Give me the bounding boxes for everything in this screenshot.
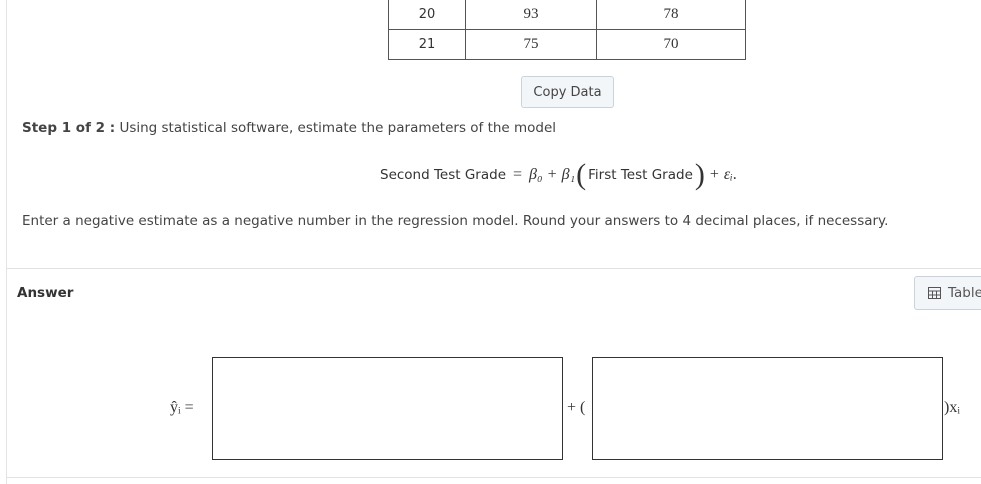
copy-data-button[interactable]: Copy Data	[521, 76, 614, 108]
table-icon	[928, 287, 941, 299]
plus-paren: + (	[567, 399, 586, 416]
table-cell: 75	[465, 29, 597, 60]
intercept-input[interactable]	[212, 357, 563, 460]
model-x-label: First Test Grade	[588, 167, 693, 183]
model-plus: +	[547, 166, 557, 183]
model-plus-error: +	[709, 166, 719, 183]
regression-model-equation: Second Test Grade = β₀ + β₁ ( First Test…	[380, 160, 737, 190]
table-cell: 93	[465, 0, 597, 30]
step-text: Using statistical software, estimate the…	[119, 120, 557, 136]
answer-label: Answer	[17, 285, 74, 301]
model-beta0: β₀	[529, 166, 543, 183]
model-beta1: β₁	[561, 166, 576, 183]
yhat-label: ŷᵢ =	[170, 399, 194, 416]
step-instruction: Step 1 of 2 : Using statistical software…	[22, 120, 556, 136]
table-button-label: Table	[948, 285, 981, 301]
left-border-line	[6, 0, 7, 484]
data-table: 20 93 78 21 75 70	[388, 0, 746, 60]
table-row: 21 75 70	[388, 29, 746, 60]
table-cell: 70	[596, 29, 746, 60]
model-error-term: εᵢ	[723, 166, 733, 183]
step-prefix: Step 1 of 2 :	[22, 120, 116, 136]
divider	[7, 268, 981, 269]
model-period: .	[732, 166, 737, 183]
table-button[interactable]: Table	[914, 276, 981, 310]
table-row: 20 93 78	[388, 0, 746, 30]
bottom-divider	[7, 477, 981, 478]
model-close-paren: )	[694, 158, 705, 191]
times-x-label: )xᵢ	[944, 399, 960, 416]
table-cell: 20	[388, 0, 466, 30]
table-cell: 21	[388, 29, 466, 60]
table-cell: 78	[596, 0, 746, 30]
slope-input[interactable]	[592, 357, 943, 460]
rounding-instructions: Enter a negative estimate as a negative …	[22, 213, 889, 229]
model-open-paren: (	[576, 158, 587, 191]
model-lhs: Second Test Grade	[380, 167, 507, 183]
model-equals: =	[513, 166, 523, 183]
